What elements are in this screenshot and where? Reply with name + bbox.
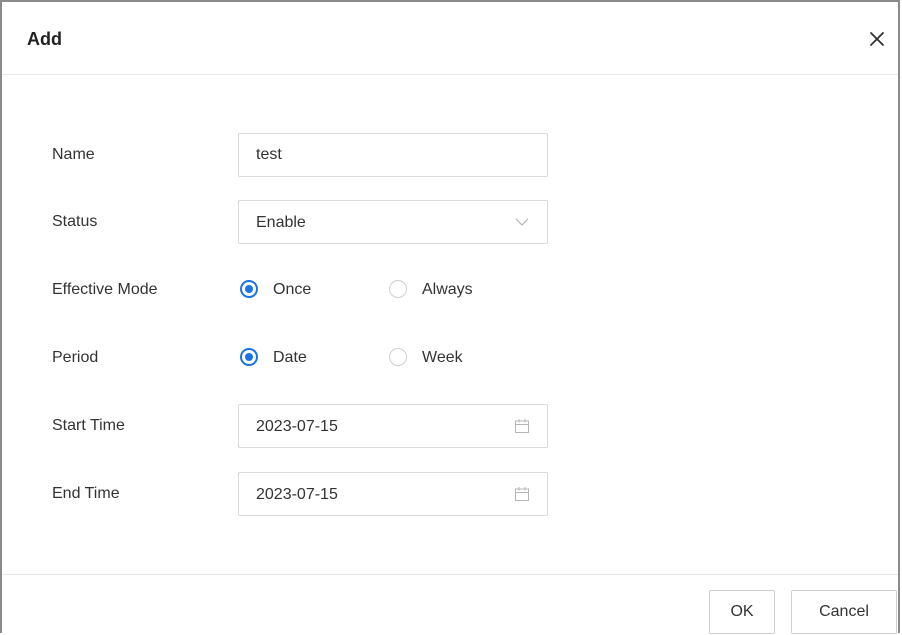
radio-once-label: Once <box>273 281 312 298</box>
name-row: Name <box>2 133 898 177</box>
add-dialog: Add Name Status Enable Effective Mode <box>0 0 900 635</box>
radio-always-label: Always <box>422 281 473 298</box>
period-label: Period <box>52 349 99 366</box>
chevron-down-icon <box>514 214 530 230</box>
effective-mode-row: Effective Mode Once Always <box>2 268 898 312</box>
end-time-label: End Time <box>52 485 120 502</box>
status-select[interactable]: Enable <box>238 200 548 244</box>
dialog-header: Add <box>2 2 898 75</box>
ok-button[interactable]: OK <box>709 590 775 634</box>
name-field-wrapper <box>238 133 548 177</box>
status-selected-value: Enable <box>256 214 306 231</box>
end-time-row: End Time 2023-07-15 <box>2 472 898 516</box>
dialog-footer: OK Cancel <box>2 574 898 635</box>
start-time-value: 2023-07-15 <box>256 418 338 435</box>
name-input[interactable] <box>239 134 547 176</box>
radio-week-circle[interactable] <box>389 348 407 366</box>
name-label: Name <box>52 146 95 163</box>
period-row: Period Date Week <box>2 336 898 380</box>
radio-week-label: Week <box>422 349 463 366</box>
start-time-label: Start Time <box>52 417 125 434</box>
effective-mode-label: Effective Mode <box>52 281 158 298</box>
radio-always-circle[interactable] <box>389 280 407 298</box>
close-icon <box>870 32 884 46</box>
calendar-icon[interactable] <box>514 486 530 502</box>
calendar-icon[interactable] <box>514 418 530 434</box>
dialog-title: Add <box>27 29 62 49</box>
cancel-button[interactable]: Cancel <box>791 590 897 634</box>
radio-date-label: Date <box>273 349 307 366</box>
status-label: Status <box>52 213 98 230</box>
end-time-value: 2023-07-15 <box>256 486 338 503</box>
status-row: Status Enable <box>2 200 898 244</box>
close-button[interactable] <box>866 28 888 50</box>
radio-date-circle[interactable] <box>240 348 258 366</box>
end-time-picker[interactable]: 2023-07-15 <box>238 472 548 516</box>
radio-once-circle[interactable] <box>240 280 258 298</box>
start-time-picker[interactable]: 2023-07-15 <box>238 404 548 448</box>
start-time-row: Start Time 2023-07-15 <box>2 404 898 448</box>
